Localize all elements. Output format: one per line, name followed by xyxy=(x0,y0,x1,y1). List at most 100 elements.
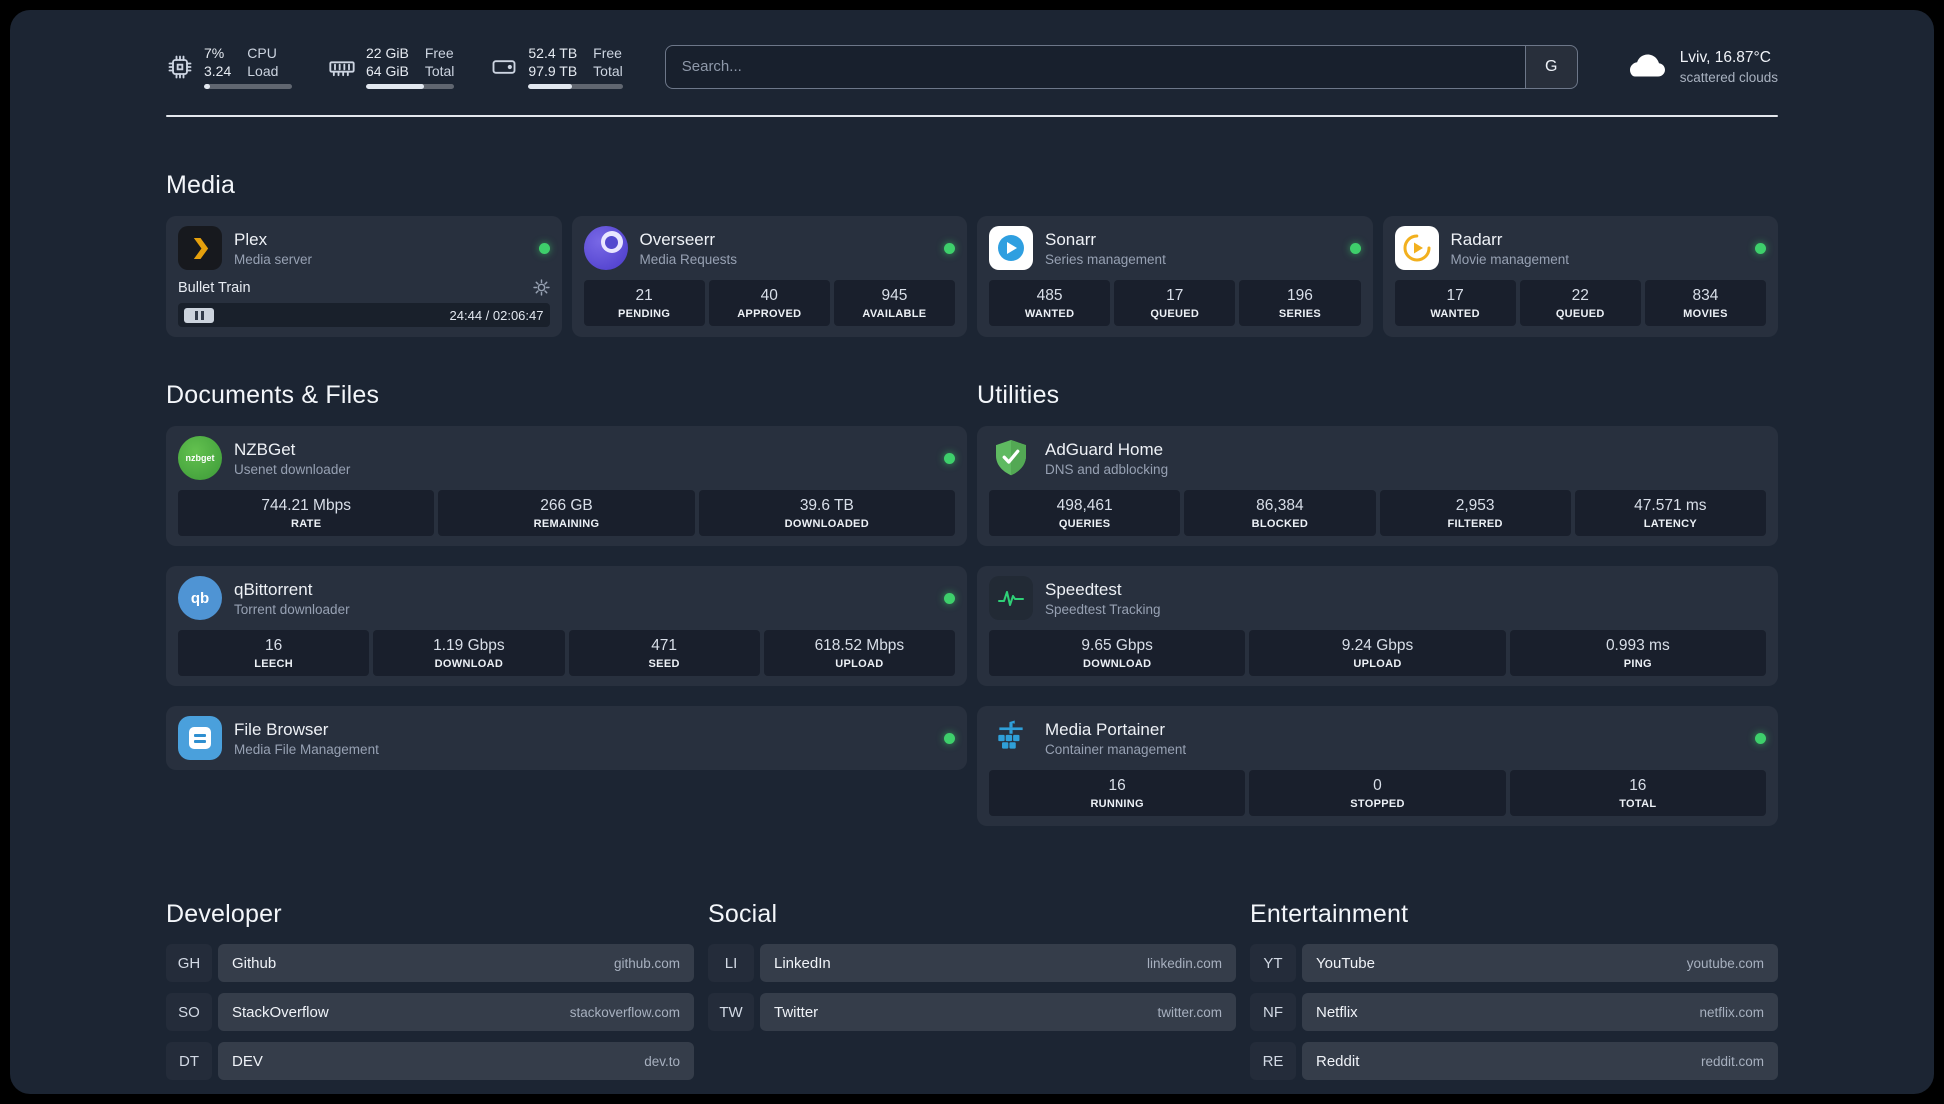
stat-tile: 16 RUNNING xyxy=(989,770,1246,817)
qbittorrent-icon: qb xyxy=(178,576,222,621)
service-link-nzbget[interactable]: nzbget NZBGet Usenet downloader xyxy=(178,436,955,481)
stat-tile: 47.571 ms LATENCY xyxy=(1574,490,1766,537)
bookmark-abbr: YT xyxy=(1250,944,1296,982)
bookmark-url: reddit.com xyxy=(1700,1053,1764,1069)
stat-tile: 86,384 BLOCKED xyxy=(1184,490,1376,537)
stat-label: LATENCY xyxy=(1643,518,1697,531)
service-link-sonarr[interactable]: Sonarr Series management xyxy=(989,226,1361,271)
service-card-speedtest: Speedtest Speedtest Tracking 9.65 Gbps D… xyxy=(977,566,1778,687)
stat-value: 21 xyxy=(635,287,653,305)
service-link-filebrowser[interactable]: File Browser Media File Management xyxy=(178,716,955,761)
header-divider xyxy=(166,115,1778,118)
service-name: Sonarr xyxy=(1045,229,1097,249)
bookmark-youtube[interactable]: YT YouTube youtube.com xyxy=(1250,944,1778,983)
bookmark-name: StackOverflow xyxy=(232,1003,329,1021)
bookmark-url: youtube.com xyxy=(1686,955,1764,971)
bookmark-github[interactable]: GH Github github.com xyxy=(166,944,694,983)
stat-value: 0 xyxy=(1373,777,1382,795)
stat-label: UPLOAD xyxy=(1353,658,1402,671)
service-desc: Speedtest Tracking xyxy=(1045,601,1161,617)
filebrowser-icon xyxy=(178,716,222,761)
service-card-adguard: AdGuard Home DNS and adblocking 498,461 … xyxy=(977,426,1778,547)
bookmark-group-title: Entertainment xyxy=(1250,900,1409,929)
resource-widgets: 7% 3.24 CPU Load 22 GiB 64 GiB Free Tota… xyxy=(166,44,623,90)
stat-label: MOVIES xyxy=(1683,308,1728,321)
service-desc: Media Requests xyxy=(639,251,738,267)
status-dot xyxy=(944,732,955,744)
section-title-utilities: Utilities xyxy=(977,381,1060,410)
cpu-load-value: 3.24 xyxy=(204,63,232,80)
bookmark-group-entertainment: Entertainment YT YouTube youtube.com NF … xyxy=(1250,900,1778,1081)
cpu-usage-percent: 7% xyxy=(204,45,225,61)
disk-free-label: Free xyxy=(593,45,622,61)
weather-location: Lviv, 16.87°C xyxy=(1679,48,1771,66)
service-name: Overseerr xyxy=(639,229,716,249)
stat-label: APPROVED xyxy=(737,308,802,321)
service-name: Plex xyxy=(234,229,268,249)
bookmark-netflix[interactable]: NF Netflix netflix.com xyxy=(1250,993,1778,1032)
stat-tile: 485 WANTED xyxy=(989,280,1111,327)
section-title-media: Media xyxy=(166,171,236,200)
service-name: Radarr xyxy=(1450,229,1503,249)
stat-tile: 834 MOVIES xyxy=(1644,280,1767,327)
stat-tile: 16 TOTAL xyxy=(1509,770,1766,817)
disk-total-label: Total xyxy=(593,63,623,80)
bookmark-name: Netflix xyxy=(1316,1003,1358,1021)
bookmark-abbr: RE xyxy=(1250,1042,1296,1080)
bookmark-stackoverflow[interactable]: SO StackOverflow stackoverflow.com xyxy=(166,993,694,1032)
bookmark-url: github.com xyxy=(613,955,680,971)
stat-value: 0.993 ms xyxy=(1605,637,1670,655)
top-bar: 7% 3.24 CPU Load 22 GiB 64 GiB Free Tota… xyxy=(166,10,1778,90)
bookmark-twitter[interactable]: TW Twitter twitter.com xyxy=(708,993,1236,1032)
bookmark-abbr: LI xyxy=(708,944,754,982)
stat-value: 16 xyxy=(1108,777,1126,795)
stat-label: RATE xyxy=(291,518,322,531)
stat-tile: 498,461 QUERIES xyxy=(989,490,1181,537)
pause-icon[interactable] xyxy=(184,307,214,323)
service-link-overseerr[interactable]: Overseerr Media Requests xyxy=(583,226,955,271)
service-link-radarr[interactable]: Radarr Movie management xyxy=(1394,226,1766,271)
stat-label: DOWNLOADED xyxy=(784,518,869,531)
stat-tile: 471 SEED xyxy=(568,630,760,677)
now-playing-title: Bullet Train xyxy=(178,279,251,296)
stat-value: 40 xyxy=(760,287,778,305)
section-media: Media Plex Media server Bullet Train 24:… xyxy=(166,171,1778,338)
service-link-adguard[interactable]: AdGuard Home DNS and adblocking xyxy=(989,436,1766,480)
stat-label: QUEUED xyxy=(1555,308,1605,321)
stat-value: 498,461 xyxy=(1056,497,1113,515)
bookmark-name: Github xyxy=(232,954,277,972)
bookmark-url: stackoverflow.com xyxy=(569,1004,680,1020)
search-input[interactable] xyxy=(665,45,1525,88)
service-desc: DNS and adblocking xyxy=(1045,461,1169,477)
stat-tile: 9.65 Gbps DOWNLOAD xyxy=(989,630,1246,677)
service-desc: Media File Management xyxy=(234,741,379,757)
stat-label: DOWNLOAD xyxy=(1082,658,1152,671)
stat-label: SERIES xyxy=(1278,308,1321,321)
service-card-radarr: Radarr Movie management 17 WANTED 22 QUE… xyxy=(1382,216,1778,338)
service-link-speedtest[interactable]: Speedtest Speedtest Tracking xyxy=(989,576,1766,621)
bookmark-url: linkedin.com xyxy=(1146,955,1222,971)
bookmark-linkedin[interactable]: LI LinkedIn linkedin.com xyxy=(708,944,1236,983)
service-link-portainer[interactable]: Media Portainer Container management xyxy=(989,716,1766,760)
memory-usage-bar xyxy=(366,84,455,90)
bookmark-abbr: NF xyxy=(1250,993,1296,1031)
search-provider-button[interactable]: G xyxy=(1524,45,1577,88)
bookmark-reddit[interactable]: RE Reddit reddit.com xyxy=(1250,1042,1778,1081)
gear-icon[interactable] xyxy=(532,279,550,297)
stat-label: RUNNING xyxy=(1090,798,1144,811)
service-link-plex[interactable]: Plex Media server xyxy=(178,226,550,271)
bookmark-group-title: Social xyxy=(708,900,778,929)
bookmark-group-social: Social LI LinkedIn linkedin.com TW Twitt… xyxy=(708,900,1236,1080)
service-card-qbittorrent: qb qBittorrent Torrent downloader 16 LEE… xyxy=(166,566,967,687)
stat-value: 17 xyxy=(1166,287,1184,305)
stat-value: 834 xyxy=(1692,287,1719,305)
stat-tile: 39.6 TB DOWNLOADED xyxy=(698,490,955,537)
bookmark-group-title: Developer xyxy=(166,900,282,929)
service-desc: Usenet downloader xyxy=(234,461,351,477)
service-name: qBittorrent xyxy=(234,579,313,599)
service-link-qbittorrent[interactable]: qb qBittorrent Torrent downloader xyxy=(178,576,955,621)
weather-widget[interactable]: Lviv, 16.87°C scattered clouds xyxy=(1624,49,1778,85)
stat-value: 485 xyxy=(1036,287,1063,305)
memory-total-value: 64 GiB xyxy=(366,63,409,80)
bookmark-dev[interactable]: DT DEV dev.to xyxy=(166,1042,694,1081)
